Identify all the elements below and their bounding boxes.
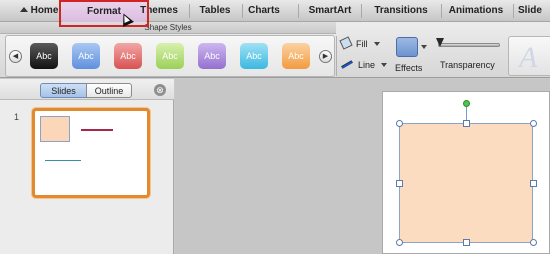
- fill-button[interactable]: Fill: [339, 36, 380, 52]
- tab-home-label: Home: [30, 5, 59, 16]
- tab-divider: [298, 4, 299, 18]
- style-swatch-green[interactable]: Abc: [156, 43, 184, 69]
- gallery-next-button[interactable]: ▶: [319, 50, 332, 63]
- tab-transitions[interactable]: Transitions: [364, 0, 438, 22]
- resize-handle-top-right[interactable]: [530, 120, 537, 127]
- resize-handle-top-left[interactable]: [396, 120, 403, 127]
- tab-divider: [441, 4, 442, 18]
- tab-tables[interactable]: Tables: [191, 0, 239, 22]
- chevron-down-icon: [373, 42, 380, 46]
- tab-divider: [513, 4, 514, 18]
- tab-divider: [189, 4, 190, 18]
- resize-handle-bottom[interactable]: [463, 239, 470, 246]
- style-swatch-orange[interactable]: Abc: [282, 43, 310, 69]
- shape-styles-gallery: ◀ Abc Abc Abc Abc Abc Abc Abc ▶: [5, 35, 335, 77]
- ribbon-format-panel: Shape Styles ◀ Abc Abc Abc Abc Abc Abc A…: [0, 22, 550, 78]
- tab-outline[interactable]: Outline: [86, 83, 132, 98]
- home-icon: [19, 7, 28, 12]
- resize-handle-left[interactable]: [396, 180, 403, 187]
- style-swatch-blue[interactable]: Abc: [72, 43, 100, 69]
- tab-slide[interactable]: Slide: [518, 0, 550, 22]
- transparency-slider-track[interactable]: [438, 43, 500, 47]
- slide-thumbnail[interactable]: [32, 108, 150, 198]
- tab-divider: [242, 4, 243, 18]
- selected-rectangle-shape[interactable]: [399, 123, 533, 243]
- shape-styles-group-title: Shape Styles: [0, 22, 336, 34]
- wordart-styles-gallery[interactable]: A: [508, 36, 550, 76]
- slide-number: 1: [14, 112, 20, 122]
- transparency-slider-thumb[interactable]: [436, 38, 444, 47]
- tab-charts[interactable]: Charts: [244, 0, 284, 22]
- paint-bucket-icon: [339, 36, 353, 50]
- slides-panel: Slides Outline ⊗ 1: [0, 79, 174, 254]
- pen-icon: [341, 60, 353, 69]
- rotate-handle[interactable]: [463, 100, 470, 107]
- tab-slides[interactable]: Slides: [40, 83, 87, 98]
- effects-button[interactable]: [396, 37, 418, 57]
- thumbnail-line: [45, 160, 81, 161]
- thumbnail-shape: [40, 116, 70, 142]
- style-swatch-black[interactable]: Abc: [30, 43, 58, 69]
- close-icon[interactable]: ⊗: [154, 84, 166, 96]
- chevron-down-icon[interactable]: [421, 45, 427, 49]
- tab-animations[interactable]: Animations: [443, 0, 509, 22]
- transparency-label: Transparency: [440, 60, 495, 70]
- resize-handle-bottom-right[interactable]: [530, 239, 537, 246]
- tab-divider: [361, 4, 362, 18]
- resize-handle-right[interactable]: [530, 180, 537, 187]
- style-swatch-red[interactable]: Abc: [114, 43, 142, 69]
- tab-home[interactable]: Home: [14, 0, 64, 22]
- style-swatch-purple[interactable]: Abc: [198, 43, 226, 69]
- format-tab-highlight: [59, 0, 149, 27]
- resize-handle-bottom-left[interactable]: [396, 239, 403, 246]
- style-swatch-cyan[interactable]: Abc: [240, 43, 268, 69]
- slides-panel-header: Slides Outline ⊗: [0, 79, 174, 100]
- tab-smartart[interactable]: SmartArt: [302, 0, 358, 22]
- chevron-down-icon: [381, 63, 388, 67]
- divider: [336, 36, 337, 76]
- thumbnail-line: [81, 129, 113, 131]
- effects-label: Effects: [395, 63, 423, 73]
- line-label: Line: [358, 60, 376, 70]
- fill-label: Fill: [356, 39, 368, 49]
- gallery-prev-button[interactable]: ◀: [9, 50, 22, 63]
- wordart-preview: A: [519, 41, 538, 74]
- line-button[interactable]: Line: [341, 57, 388, 73]
- resize-handle-top[interactable]: [463, 120, 470, 127]
